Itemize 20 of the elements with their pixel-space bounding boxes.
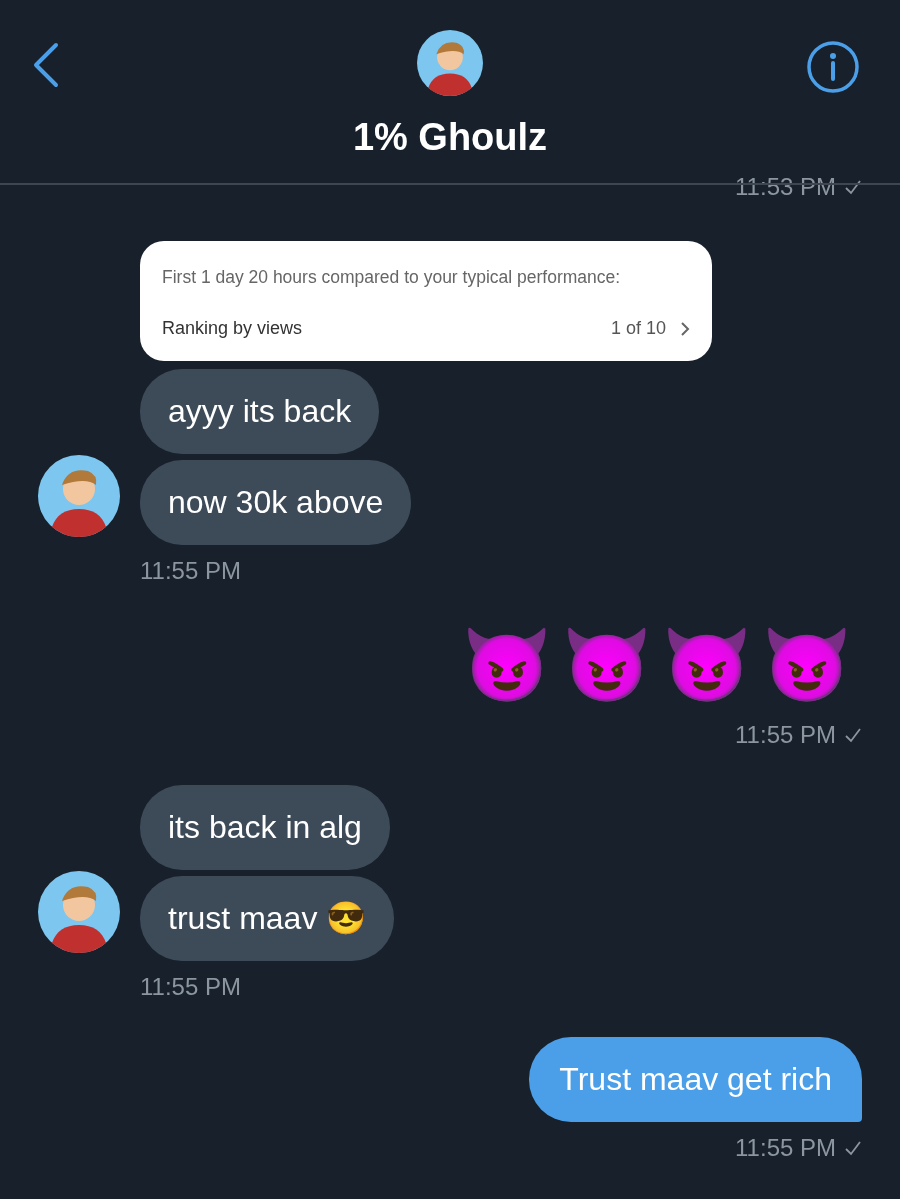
message-bubble: Trust maav get rich <box>529 1037 862 1122</box>
ranking-label: Ranking by views <box>162 318 303 339</box>
timestamp: 11:55 PM <box>735 1134 836 1162</box>
message-bubble: trust maav 😎 <box>140 876 395 961</box>
info-icon[interactable] <box>806 40 860 94</box>
avatar-icon <box>38 455 120 537</box>
message-bubble: its back in alg <box>140 785 390 870</box>
avatar-icon <box>417 30 483 96</box>
avatar-icon <box>38 871 120 953</box>
ranking-count: 1 of 10 <box>610 318 666 339</box>
card-caption: First 1 day 20 hours compared to your typical performance: <box>162 267 622 288</box>
emoji-message: 😈😈😈😈 <box>462 624 862 707</box>
timestamp: 11:55 PM <box>735 721 836 749</box>
timestamp: 11:55 PM <box>140 557 241 585</box>
message-bubble: ayyy its back <box>140 369 380 454</box>
timestamp: 11:55 PM <box>140 973 241 1001</box>
chevron-right-icon[interactable] <box>680 320 690 337</box>
conversation-title: 1% Ghoulz <box>352 116 548 159</box>
preview-card[interactable]: First 1 day 20 hours compared to your typical performance: Ranking by views 1 of 10 <box>140 241 712 361</box>
message-bubble: now 30k above <box>140 460 412 545</box>
